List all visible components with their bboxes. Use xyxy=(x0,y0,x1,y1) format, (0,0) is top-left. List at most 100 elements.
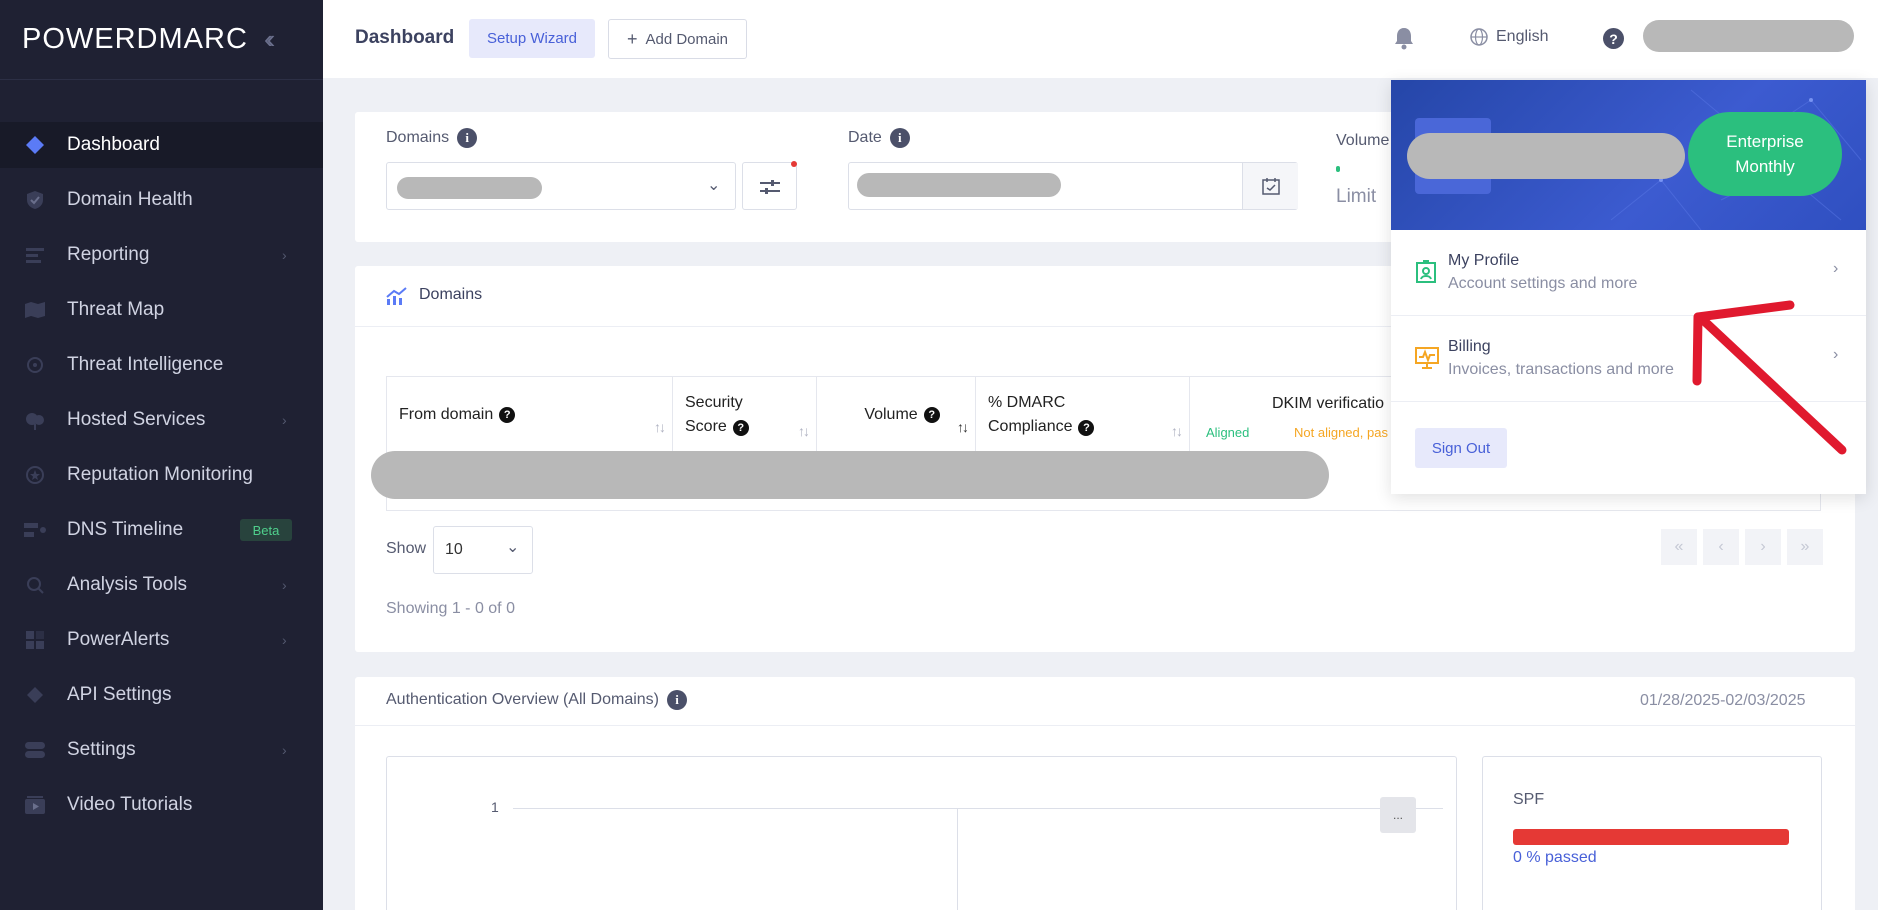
filter-settings-button[interactable] xyxy=(742,161,797,210)
sidebar-item-domain-health[interactable]: Domain Health xyxy=(0,177,323,223)
spf-title: SPF xyxy=(1513,791,1545,808)
domains-select[interactable]: ⌄ xyxy=(386,162,736,210)
show-label: Show xyxy=(386,540,427,557)
calendar-button[interactable] xyxy=(1242,163,1298,209)
date-label-text: Date xyxy=(848,129,882,146)
help-icon[interactable]: ? xyxy=(1603,28,1624,49)
billing-title: Billing xyxy=(1448,338,1491,355)
chevron-right-icon: › xyxy=(1833,260,1839,277)
chevron-down-icon: ⌄ xyxy=(506,539,520,556)
col-label: Volume xyxy=(864,405,918,423)
divider xyxy=(355,725,1855,726)
sort-icon[interactable]: ↑↓ xyxy=(654,419,666,435)
profile-header: Enterprise Monthly xyxy=(1391,80,1866,230)
info-icon[interactable]: i xyxy=(457,128,478,148)
redacted-user-name xyxy=(1407,133,1685,179)
collapse-sidebar-icon[interactable]: ‹‹ xyxy=(264,24,276,55)
sidebar-item-reputation-monitoring[interactable]: Reputation Monitoring xyxy=(0,452,323,498)
info-icon[interactable]: i xyxy=(667,690,687,710)
beta-badge: Beta xyxy=(240,519,292,541)
next-page-button[interactable]: › xyxy=(1745,529,1781,565)
calendar-icon xyxy=(1262,178,1280,195)
map-icon xyxy=(24,299,46,321)
plan-badge: Enterprise Monthly xyxy=(1688,112,1842,196)
sidebar-item-label: Video Tutorials xyxy=(67,794,193,815)
globe-icon xyxy=(1470,28,1488,46)
sidebar-item-hosted-services[interactable]: Hosted Services › xyxy=(0,397,323,443)
language-selector[interactable]: English xyxy=(1470,28,1548,46)
star-icon xyxy=(24,464,46,486)
first-page-button[interactable]: « xyxy=(1661,529,1697,565)
spf-card: SPF 0 % passed xyxy=(1482,756,1822,910)
chart-line-icon xyxy=(386,287,407,305)
sort-icon[interactable]: ↑↓ xyxy=(957,419,969,435)
prev-page-button[interactable]: ‹ xyxy=(1703,529,1739,565)
sidebar-item-analysis-tools[interactable]: Analysis Tools › xyxy=(0,562,323,608)
volume-label: Volume xyxy=(1336,132,1390,149)
gridline xyxy=(513,808,1443,809)
sidebar-item-poweralerts[interactable]: PowerAlerts › xyxy=(0,617,323,663)
sidebar-item-api-settings[interactable]: API Settings xyxy=(0,672,323,718)
showing-count: Showing 1 - 0 of 0 xyxy=(386,600,515,617)
limit-label: Limit xyxy=(1336,186,1377,207)
question-icon[interactable]: ? xyxy=(1078,419,1095,436)
timeline-icon xyxy=(24,519,46,541)
profile-card-icon xyxy=(1416,260,1436,283)
col-label: % DMARC xyxy=(988,393,1066,411)
plan-line-1: Enterprise xyxy=(1726,132,1804,151)
col-dmarc-compliance[interactable]: % DMARC Compliance? ↑↓ xyxy=(976,377,1190,452)
add-domain-button[interactable]: + Add Domain xyxy=(608,19,747,59)
sidebar-item-dns-timeline[interactable]: DNS Timeline Beta xyxy=(0,507,323,553)
info-icon[interactable]: i xyxy=(889,128,910,148)
bell-icon[interactable] xyxy=(1393,26,1415,55)
notification-dot xyxy=(791,161,797,167)
domains-filter-label: Domains i xyxy=(386,128,478,148)
chart-more-button[interactable]: ... xyxy=(1380,797,1416,833)
col-security-score[interactable]: Security Score? ↑↓ xyxy=(673,377,817,452)
user-menu-redacted[interactable] xyxy=(1643,20,1854,52)
spf-progress-bar xyxy=(1513,829,1789,845)
diamond-icon xyxy=(24,134,46,156)
add-domain-label: Add Domain xyxy=(645,30,729,48)
col-volume[interactable]: Volume? ↑↓ xyxy=(817,377,976,452)
setup-wizard-button[interactable]: Setup Wizard xyxy=(469,19,595,58)
col-label-2: Compliance xyxy=(988,417,1073,435)
plan-line-2: Monthly xyxy=(1735,157,1795,176)
sidebar-item-label: DNS Timeline xyxy=(67,519,184,540)
col-label: Security xyxy=(685,393,743,411)
date-range-input[interactable] xyxy=(848,162,1298,210)
sidebar-item-reporting[interactable]: Reporting › xyxy=(0,232,323,278)
redacted-domain xyxy=(397,177,542,199)
sign-out-button[interactable]: Sign Out xyxy=(1415,428,1507,468)
page-size-select[interactable]: 10 ⌄ xyxy=(433,526,533,574)
sidebar-item-threat-map[interactable]: Threat Map xyxy=(0,287,323,333)
logo[interactable]: POWERDMARC xyxy=(22,23,248,56)
radar-icon xyxy=(24,354,46,376)
chevron-down-icon: ⌄ xyxy=(707,177,721,194)
search-icon xyxy=(24,574,46,596)
chevron-right-icon: › xyxy=(282,247,287,263)
question-icon[interactable]: ? xyxy=(923,406,940,423)
page-size-value: 10 xyxy=(445,541,463,558)
sidebar-item-threat-intelligence[interactable]: Threat Intelligence xyxy=(0,342,323,388)
sidebar-item-dashboard[interactable]: Dashboard xyxy=(0,122,323,168)
sidebar-item-video-tutorials[interactable]: Video Tutorials xyxy=(0,782,323,828)
shield-check-icon xyxy=(24,189,46,211)
y-tick-label: 1 xyxy=(491,799,499,815)
question-icon[interactable]: ? xyxy=(732,419,749,436)
toggle-icon xyxy=(24,739,46,761)
my-profile-title: My Profile xyxy=(1448,252,1520,269)
auth-overview-title: Authentication Overview (All Domains) i xyxy=(386,690,687,710)
chevron-right-icon: › xyxy=(282,577,287,593)
question-icon[interactable]: ? xyxy=(499,406,516,423)
sidebar-item-label: Reporting xyxy=(67,244,150,265)
col-from-domain[interactable]: From domain? ↑↓ xyxy=(387,377,673,452)
sidebar-item-settings[interactable]: Settings › xyxy=(0,727,323,773)
auth-chart: 1 ... xyxy=(386,756,1457,910)
sort-icon[interactable]: ↑↓ xyxy=(1171,419,1183,443)
redacted-table-row xyxy=(371,451,1329,499)
last-page-button[interactable]: » xyxy=(1787,529,1823,565)
col-dkim-verification[interactable]: DKIM verificatio Aligned Not aligned, pa… xyxy=(1190,377,1390,452)
redacted-date xyxy=(857,173,1061,197)
sort-icon[interactable]: ↑↓ xyxy=(798,419,810,443)
